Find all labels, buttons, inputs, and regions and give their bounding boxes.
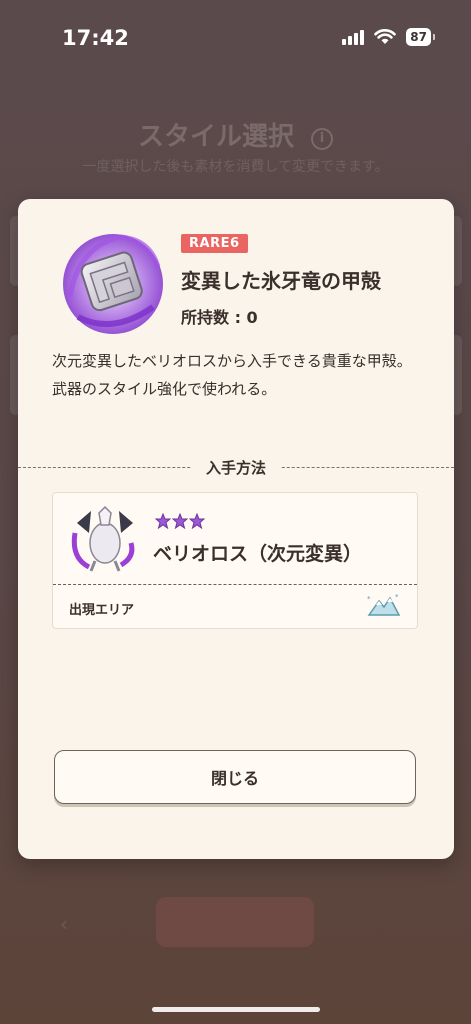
acquisition-source-card[interactable]: ベリオロス（次元変異） 出現エリア * * [52,492,418,629]
svg-text:*: * [367,595,371,603]
monster-icon [71,505,135,572]
monster-name: ベリオロス（次元変異） [153,543,363,565]
difficulty-stars [155,513,205,529]
source-divider [53,584,417,585]
status-icons: 87 [342,28,435,46]
section-title-acquisition: 入手方法 [191,457,281,478]
background-confirm-button [156,897,314,947]
star-icon [172,513,188,529]
background-title-text: スタイル選択 [137,122,294,152]
rarity-badge: RARE6 [181,234,248,253]
battery-indicator: 87 [406,28,435,46]
svg-text:*: * [395,593,399,601]
item-description: 次元変異したベリオロスから入手できる貴重な甲殻。武器のスタイル強化で使われる。 [52,352,412,398]
home-indicator[interactable] [152,1007,320,1012]
info-icon[interactable]: i [311,128,334,150]
background-title: スタイル選択 i [0,116,471,153]
background-back-arrow-icon: ‹ [60,912,68,936]
owned-count: 所持数 : 0 [181,308,258,327]
close-button[interactable]: 閉じる [54,750,416,804]
snow-mountain-icon[interactable]: * * [367,593,401,617]
status-bar: 17:42 87 [0,0,471,76]
background-subtitle: 一度選択した後も素材を消費して変更できます。 [82,159,389,175]
status-time: 17:42 [62,26,129,50]
star-icon [189,513,205,529]
wifi-icon [374,29,397,44]
item-detail-modal: RARE6 変異した氷牙竜の甲殻 所持数 : 0 次元変異したベリオロスから入手… [18,199,454,859]
item-name: 変異した氷牙竜の甲殻 [181,269,381,293]
cellular-signal-icon [342,29,365,45]
area-label: 出現エリア [69,603,135,618]
item-shell-image [63,234,163,334]
star-icon [155,513,171,529]
